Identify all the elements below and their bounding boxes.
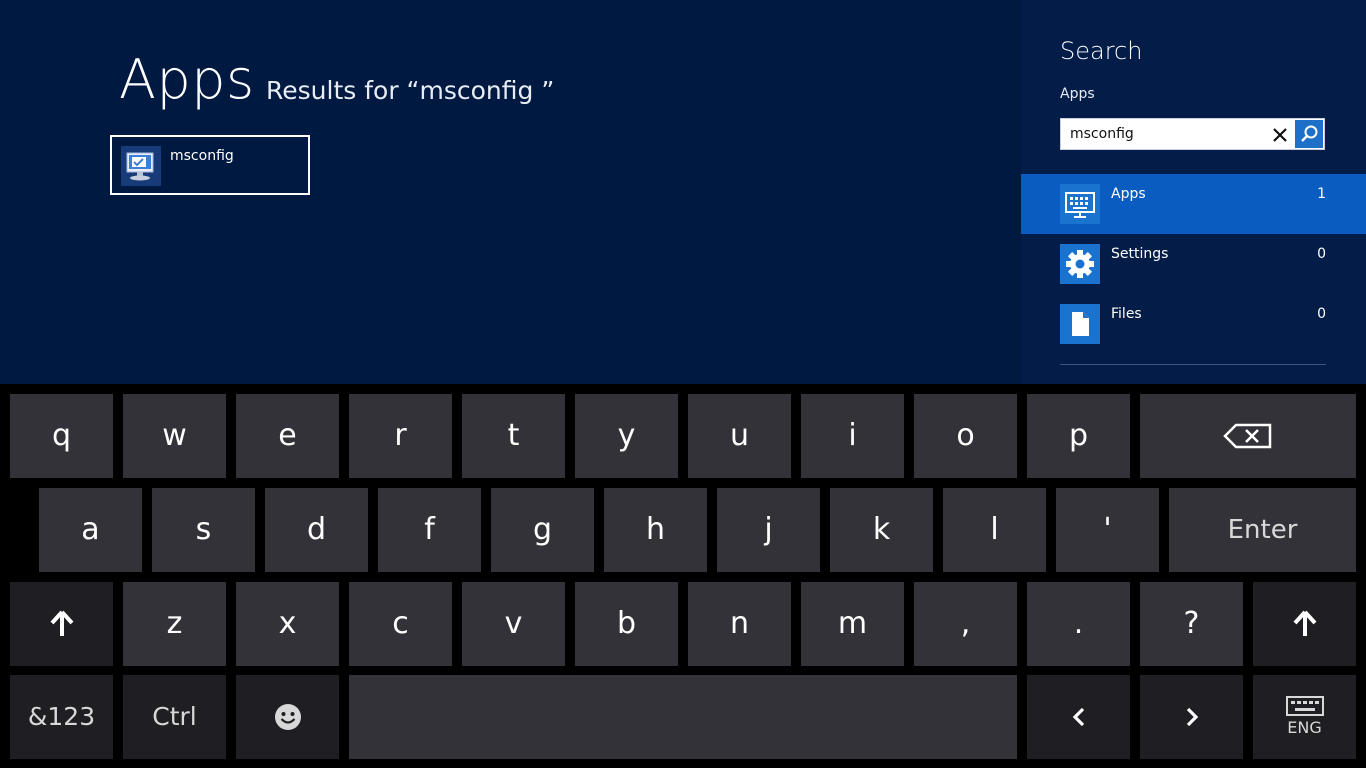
category-count: 0	[1317, 246, 1326, 262]
num-sym-key[interactable]: &123	[10, 675, 113, 759]
key-z[interactable]: z	[123, 582, 226, 666]
key-y[interactable]: y	[575, 394, 678, 478]
key-comma[interactable]: ,	[914, 582, 1017, 666]
results-area: Apps Results for “msconfig ” msconfig	[0, 0, 1021, 384]
search-box	[1060, 118, 1325, 150]
key-d[interactable]: d	[265, 488, 368, 572]
key-e[interactable]: e	[236, 394, 339, 478]
search-pane: Search Apps msconfig Apps 1 Settings 0 F…	[1021, 0, 1366, 384]
key-v[interactable]: v	[462, 582, 565, 666]
shift-arrow-icon	[1293, 610, 1316, 636]
file-icon	[1060, 304, 1100, 344]
category-label: Files	[1111, 306, 1142, 322]
page-title: Apps	[119, 48, 255, 111]
search-scope-label: Apps	[1060, 86, 1095, 102]
key-n[interactable]: n	[688, 582, 791, 666]
key-p[interactable]: p	[1027, 394, 1130, 478]
key-t[interactable]: t	[462, 394, 565, 478]
search-pane-title: Search	[1060, 37, 1143, 65]
key-q[interactable]: q	[10, 394, 113, 478]
backspace-icon	[1223, 423, 1272, 449]
keyboard-options-key[interactable]: ENG	[1253, 675, 1356, 759]
backspace-key[interactable]	[1140, 394, 1356, 478]
enter-key[interactable]: Enter	[1169, 488, 1356, 572]
divider	[1060, 364, 1326, 365]
space-key[interactable]	[349, 675, 1017, 759]
shift-arrow-icon	[50, 610, 73, 636]
key-x[interactable]: x	[236, 582, 339, 666]
key-o[interactable]: o	[914, 394, 1017, 478]
emoji-key[interactable]	[236, 675, 339, 759]
key-question[interactable]: ?	[1140, 582, 1243, 666]
settings-gear-icon	[1060, 244, 1100, 284]
close-icon	[1273, 128, 1287, 142]
apps-icon	[1060, 184, 1100, 224]
category-settings[interactable]: Settings 0	[1021, 234, 1366, 294]
key-i[interactable]: i	[801, 394, 904, 478]
key-period[interactable]: .	[1027, 582, 1130, 666]
category-label: Settings	[1111, 246, 1169, 262]
key-apostrophe[interactable]: '	[1056, 488, 1159, 572]
category-label: Apps	[1111, 186, 1146, 202]
key-u[interactable]: u	[688, 394, 791, 478]
shift-left-key[interactable]	[10, 582, 113, 666]
emoji-icon	[274, 704, 301, 730]
clear-search-button[interactable]	[1267, 122, 1293, 148]
key-w[interactable]: w	[123, 394, 226, 478]
key-f[interactable]: f	[378, 488, 481, 572]
key-g[interactable]: g	[491, 488, 594, 572]
key-k[interactable]: k	[830, 488, 933, 572]
key-h[interactable]: h	[604, 488, 707, 572]
key-b[interactable]: b	[575, 582, 678, 666]
search-input[interactable]	[1070, 124, 1260, 144]
touch-keyboard: q w e r t y u i o p a s d f g h j k l ' …	[0, 384, 1366, 768]
key-s[interactable]: s	[152, 488, 255, 572]
key-j[interactable]: j	[717, 488, 820, 572]
shift-right-key[interactable]	[1253, 582, 1356, 666]
msconfig-app-icon	[121, 146, 161, 186]
search-button[interactable]	[1295, 120, 1323, 148]
ctrl-key[interactable]: Ctrl	[123, 675, 226, 759]
right-arrow-icon	[1186, 707, 1198, 727]
left-arrow-icon	[1072, 707, 1084, 727]
results-for-label: Results for “msconfig ”	[266, 76, 555, 105]
language-label: ENG	[1287, 718, 1322, 737]
left-arrow-key[interactable]	[1027, 675, 1130, 759]
keyboard-layout-icon	[1285, 696, 1324, 716]
key-m[interactable]: m	[801, 582, 904, 666]
category-count: 1	[1317, 186, 1326, 202]
key-c[interactable]: c	[349, 582, 452, 666]
key-a[interactable]: a	[39, 488, 142, 572]
search-icon	[1301, 125, 1318, 142]
result-tile-msconfig[interactable]: msconfig	[110, 135, 310, 195]
right-arrow-key[interactable]	[1140, 675, 1243, 759]
result-label: msconfig	[170, 148, 234, 164]
category-apps[interactable]: Apps 1	[1021, 174, 1366, 234]
category-count: 0	[1317, 306, 1326, 322]
category-files[interactable]: Files 0	[1021, 294, 1366, 354]
key-r[interactable]: r	[349, 394, 452, 478]
key-l[interactable]: l	[943, 488, 1046, 572]
